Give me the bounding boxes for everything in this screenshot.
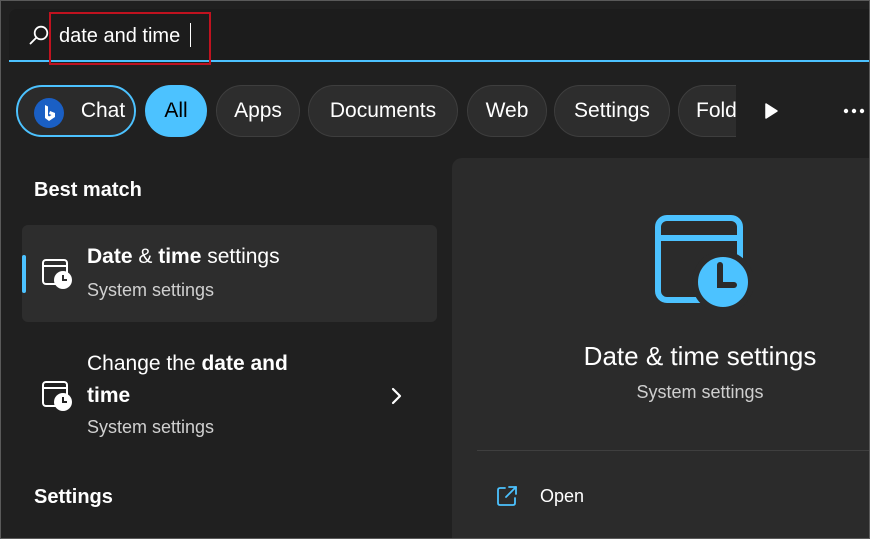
search-icon [29,25,49,45]
result-subtitle: System settings [87,417,215,437]
best-match-heading: Best match [34,179,142,201]
selection-indicator [22,255,26,293]
preview-title: Date & time settings [583,341,817,371]
filter-label: Chat [80,99,126,122]
search-filter-bar: Chat All Apps Documents Web Settings Fol… [16,85,736,139]
preview-subtitle: System settings [636,382,764,402]
bing-chat-icon [34,98,64,128]
filter-label: Apps [234,99,282,122]
open-action[interactable]: Open [496,483,696,513]
filter-label: Web [485,99,529,122]
more-options-icon[interactable] [841,102,867,120]
result-title-line-2: time [87,384,131,407]
open-label: Open [540,486,585,506]
calendar-clock-icon [42,259,72,289]
result-subtitle: System settings [87,280,215,300]
filter-chat[interactable]: Chat [16,85,136,137]
divider [477,450,869,451]
result-title-line-1: Change the date and [87,352,288,375]
filter-all[interactable]: All [145,85,207,137]
filter-settings[interactable]: Settings [554,85,670,137]
calendar-clock-icon [655,215,753,310]
filter-label: Settings [574,99,650,122]
settings-heading: Settings [34,486,113,508]
scroll-right-icon[interactable] [761,101,781,121]
text-caret [190,23,191,47]
preview-panel: Date & time settings System settings Ope… [452,158,869,538]
result-change-date-time[interactable]: Change the date and time System settings [22,336,437,446]
filter-label: Fold [696,99,736,122]
search-input[interactable] [59,22,459,50]
filter-label: Documents [329,99,437,122]
filter-apps[interactable]: Apps [216,85,300,137]
calendar-clock-icon [42,381,72,411]
start-search-window: Chat All Apps Documents Web Settings Fol… [0,0,870,539]
open-external-icon [497,486,517,506]
result-title: Date & time settings [87,245,280,268]
search-bar[interactable] [9,9,869,62]
chevron-right-icon[interactable] [389,386,403,406]
result-date-time-settings[interactable]: Date & time settings System settings [22,225,437,322]
filter-folders[interactable]: Fold [678,85,736,137]
filter-documents[interactable]: Documents [308,85,458,137]
filter-label: All [164,99,188,122]
filter-web[interactable]: Web [467,85,547,137]
